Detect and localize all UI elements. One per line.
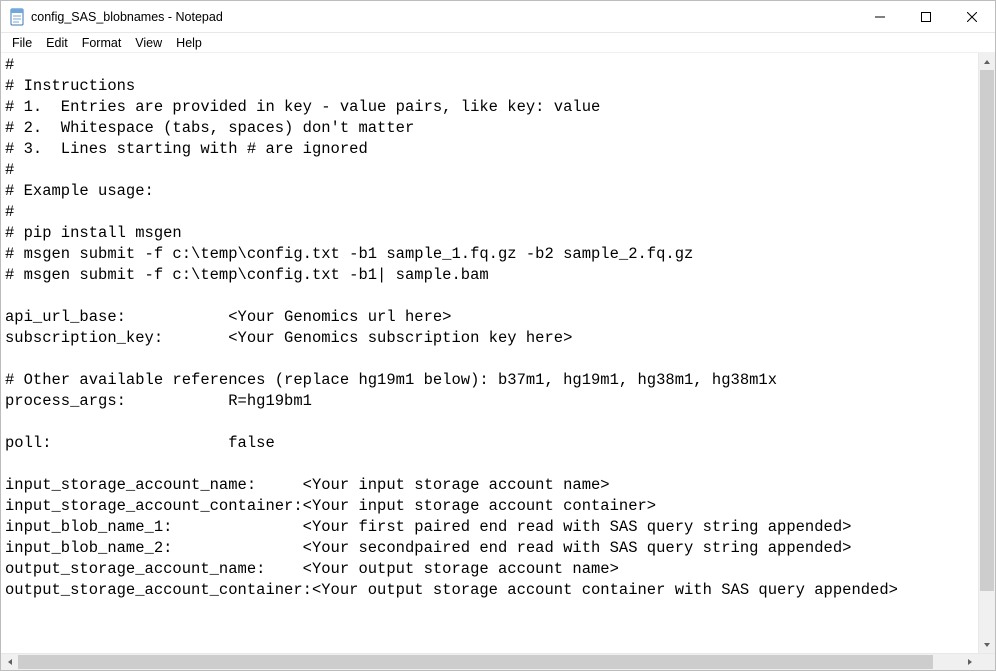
- notepad-icon: [9, 7, 25, 27]
- menu-help[interactable]: Help: [169, 35, 209, 51]
- menu-format[interactable]: Format: [75, 35, 129, 51]
- scroll-up-arrow-icon[interactable]: [979, 53, 995, 70]
- hscroll-track[interactable]: [18, 654, 961, 670]
- menu-view[interactable]: View: [128, 35, 169, 51]
- minimize-button[interactable]: [857, 1, 903, 32]
- menu-file[interactable]: File: [5, 35, 39, 51]
- window-controls: [857, 1, 995, 32]
- scroll-corner: [978, 654, 995, 670]
- vertical-scrollbar[interactable]: [978, 53, 995, 653]
- title-bar[interactable]: config_SAS_blobnames - Notepad: [1, 1, 995, 33]
- menu-edit[interactable]: Edit: [39, 35, 75, 51]
- vscroll-track[interactable]: [979, 70, 995, 636]
- scroll-down-arrow-icon[interactable]: [979, 636, 995, 653]
- vscroll-thumb[interactable]: [980, 70, 994, 591]
- text-editor[interactable]: # # Instructions # 1. Entries are provid…: [1, 53, 978, 653]
- maximize-button[interactable]: [903, 1, 949, 32]
- close-button[interactable]: [949, 1, 995, 32]
- scroll-right-arrow-icon[interactable]: [961, 654, 978, 670]
- hscroll-thumb[interactable]: [18, 655, 933, 669]
- notepad-window: config_SAS_blobnames - Notepad File Edit…: [0, 0, 996, 671]
- editor-wrap: # # Instructions # 1. Entries are provid…: [1, 53, 995, 653]
- window-title: config_SAS_blobnames - Notepad: [31, 10, 223, 24]
- horizontal-scrollbar[interactable]: [1, 653, 995, 670]
- scroll-left-arrow-icon[interactable]: [1, 654, 18, 670]
- menu-bar: File Edit Format View Help: [1, 33, 995, 53]
